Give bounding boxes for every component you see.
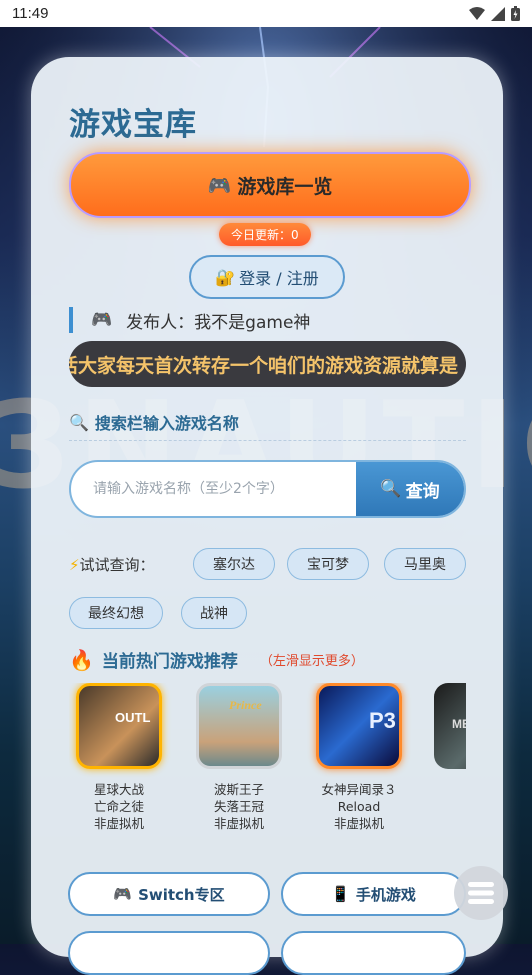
lock-key-icon: 🔐 <box>215 267 236 287</box>
game-platform: 非虚 <box>424 815 466 832</box>
mobile-games-button[interactable]: 📱 手机游戏 <box>281 872 466 916</box>
publisher-label: 发布人：我不是game神 <box>126 312 311 333</box>
status-bar: 11:49 <box>0 0 532 27</box>
switch-zone-button[interactable]: 🎮 Switch专区 <box>68 872 270 916</box>
lightning-icon: ⚡ <box>69 556 80 574</box>
swipe-hint: （左滑显示更多） <box>259 654 364 669</box>
game-card-star-wars[interactable]: OUTL 星球大战 亡命之徒 非虚拟机 <box>69 683 174 832</box>
search-button-label: 查询 <box>405 481 440 502</box>
phone-icon: 📱 <box>331 885 350 903</box>
main-card: 游戏宝库 🎮 游戏库一览 今日更新：0 🔐 登录 / 注册 🎮 发布人：我不是g… <box>31 57 503 975</box>
gamepad-icon: 🎮 <box>113 885 133 903</box>
search-input[interactable] <box>71 462 356 516</box>
game-cover: ME <box>434 683 466 769</box>
game-card-metal-gear[interactable]: ME 合金 3 非虚 <box>424 683 466 832</box>
game-title: 波斯王子 失落王冠 非虚拟机 <box>184 781 294 832</box>
search-icon: 🔍 <box>380 479 402 499</box>
game-title: 女神异闻录３ Reload 非虚拟机 <box>304 781 414 832</box>
publisher-info: 🎮 发布人：我不是game神 <box>69 307 310 333</box>
suggestion-chip[interactable]: 最终幻想 <box>69 597 163 629</box>
marquee-text: 活大家每天首次转存一个咱们的游戏资源就算是 <box>69 354 459 377</box>
game-title: 合金 3 非虚 <box>424 781 466 832</box>
mobile-games-label: 手机游戏 <box>355 885 416 904</box>
hot-games-title: 当前热门游戏推荐 <box>101 652 238 672</box>
login-register-button[interactable]: 🔐 登录 / 注册 <box>189 255 345 299</box>
hot-games-carousel[interactable]: OUTL 星球大战 亡命之徒 非虚拟机 Prince 波斯王子 失落王冠 非虚拟… <box>69 683 466 843</box>
suggestion-chip[interactable]: 塞尔达 <box>193 548 275 580</box>
status-time: 11:49 <box>12 5 49 22</box>
game-title-line: 星球大战 <box>93 782 144 797</box>
game-cover: P3 <box>316 683 402 769</box>
game-title-line: Reload <box>337 799 381 814</box>
game-cover: OUTL <box>76 683 162 769</box>
game-title-line: 波斯王子 <box>213 782 264 797</box>
try-query-text: 试试查询： <box>79 556 155 574</box>
search-section-title: 🔍 搜索栏输入游戏名称 <box>69 410 466 441</box>
game-title-line: 女神异闻录３ <box>321 782 397 797</box>
game-library-button[interactable]: 🎮 游戏库一览 <box>69 152 471 218</box>
game-title-line: 合金 <box>424 781 466 798</box>
login-register-label: 登录 / 注册 <box>239 269 319 288</box>
search-section-label: 搜索栏输入游戏名称 <box>94 414 239 433</box>
game-title-line: 亡命之徒 <box>93 799 144 814</box>
game-title-line: 3 <box>424 798 466 815</box>
game-platform: 非虚拟机 <box>213 816 264 831</box>
battery-icon <box>511 6 520 21</box>
menu-icon <box>468 882 494 904</box>
search-bar: 🔍 查询 <box>69 460 466 518</box>
gamepad-icon: 🎮 <box>207 174 232 197</box>
game-card-persona-3[interactable]: P3 女神异闻录３ Reload 非虚拟机 <box>304 683 414 832</box>
signal-icon <box>491 6 505 21</box>
floating-menu-button[interactable] <box>454 866 508 920</box>
suggestion-chip[interactable]: 宝可梦 <box>287 548 369 580</box>
game-title-line: 失落王冠 <box>213 799 264 814</box>
game-card-prince-of-persia[interactable]: Prince 波斯王子 失落王冠 非虚拟机 <box>184 683 294 832</box>
game-platform: 非虚拟机 <box>333 816 384 831</box>
more-button-right[interactable] <box>281 931 466 975</box>
suggestion-chip[interactable]: 马里奥 <box>384 548 466 580</box>
page-title: 游戏宝库 <box>69 107 197 143</box>
update-badge: 今日更新：0 <box>219 223 311 246</box>
announcement-marquee: 活大家每天首次转存一个咱们的游戏资源就算是 <box>69 341 466 387</box>
game-platform: 非虚拟机 <box>93 816 144 831</box>
game-library-label: 游戏库一览 <box>237 175 333 198</box>
more-button-left[interactable] <box>68 931 270 975</box>
game-cover: Prince <box>196 683 282 769</box>
fire-icon: 🔥 <box>69 647 94 672</box>
search-icon: 🔍 <box>69 412 89 432</box>
status-icons <box>469 6 520 21</box>
game-title: 星球大战 亡命之徒 非虚拟机 <box>69 781 174 832</box>
switch-zone-label: Switch专区 <box>138 885 225 904</box>
try-query-label: ⚡试试查询： <box>69 554 155 575</box>
gamepad-icon: 🎮 <box>91 310 113 330</box>
wifi-icon <box>469 6 485 20</box>
suggestion-chip[interactable]: 战神 <box>181 597 247 629</box>
search-button[interactable]: 🔍 查询 <box>356 462 464 516</box>
hot-games-header: 🔥 当前热门游戏推荐 （左滑显示更多） <box>69 647 364 673</box>
